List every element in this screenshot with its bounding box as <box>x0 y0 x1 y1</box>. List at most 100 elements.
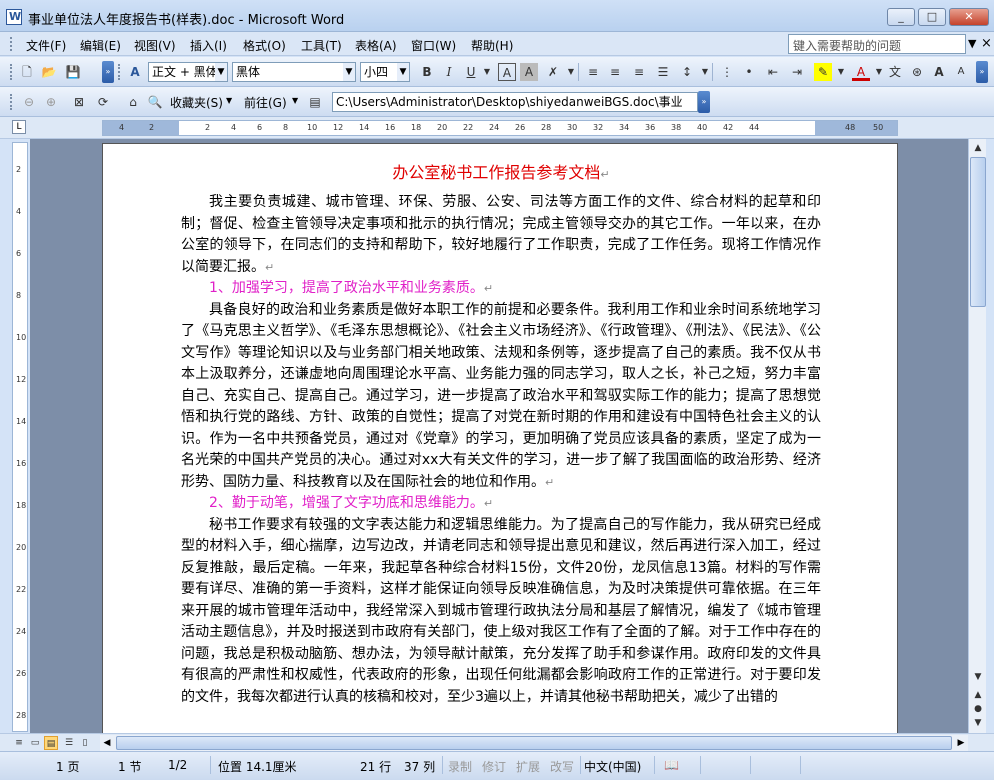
font-color-icon[interactable]: A <box>852 63 870 81</box>
status-section[interactable]: 1 节 <box>118 758 141 775</box>
section-heading[interactable]: 2、勤于动笔，增强了文字功底和思维能力。↵ <box>181 493 821 515</box>
menu-format[interactable]: 格式(O) <box>243 37 286 54</box>
horizontal-scrollbar[interactable]: ◀ ▶ <box>100 735 968 751</box>
line-spacing-icon[interactable]: ↕ <box>678 63 696 81</box>
print-layout-view-icon[interactable]: ▤ <box>44 736 58 750</box>
maximize-button[interactable]: □ <box>918 8 946 26</box>
new-document-icon[interactable]: 🗋 <box>18 63 36 81</box>
back-icon[interactable]: ⊖ <box>20 93 38 111</box>
web-view-icon[interactable]: ▭ <box>28 736 42 750</box>
status-column[interactable]: 37 列 <box>404 758 435 775</box>
status-page-count[interactable]: 1/2 <box>168 758 187 772</box>
decrease-indent-icon[interactable]: ⇤ <box>764 63 782 81</box>
toolbar-options-icon[interactable]: » <box>698 91 710 113</box>
align-center-icon[interactable]: ≡ <box>606 63 624 81</box>
status-page[interactable]: 1 页 <box>56 758 79 775</box>
shrink-font-icon[interactable]: A <box>952 63 970 81</box>
document-page[interactable]: 办公室秘书工作报告参考文档↵ 我主要负责城建、城市管理、环保、劳服、公安、司法等… <box>102 143 898 733</box>
menubar-grip[interactable] <box>10 37 13 51</box>
favorites-menu[interactable]: 收藏夹(S) <box>170 94 223 111</box>
highlight-dropdown-icon[interactable]: ▼ <box>832 63 850 81</box>
stop-icon[interactable]: ⊠ <box>70 93 88 111</box>
goto-menu[interactable]: 前往(G) <box>244 94 287 111</box>
chevron-down-icon[interactable]: ▼ <box>397 63 409 81</box>
character-border-icon[interactable]: A <box>498 63 516 81</box>
bold-icon[interactable]: B <box>418 63 436 81</box>
character-shading-icon[interactable]: A <box>520 63 538 81</box>
toolbar-grip[interactable] <box>10 94 13 110</box>
menu-window[interactable]: 窗口(W) <box>411 37 456 54</box>
toolbar-grip[interactable] <box>118 64 121 80</box>
paragraph[interactable]: 具备良好的政治和业务素质是做好本职工作的前提和必要条件。我利用工作和业余时间系统… <box>181 300 821 494</box>
scroll-up-icon[interactable]: ▲ <box>970 140 986 156</box>
toolbar-grip[interactable] <box>10 64 13 80</box>
status-record[interactable]: 录制 <box>448 758 472 775</box>
align-left-icon[interactable]: ≡ <box>584 63 602 81</box>
close-button[interactable]: ✕ <box>949 8 989 26</box>
chevron-down-icon[interactable]: ▼ <box>343 63 355 81</box>
menu-file[interactable]: 文件(F) <box>26 37 66 54</box>
paragraph[interactable]: 秘书工作要求有较强的文字表达能力和逻辑思维能力。为了提高自己的写作能力，我从研究… <box>181 515 821 709</box>
menu-edit[interactable]: 编辑(E) <box>80 37 121 54</box>
document-close-icon[interactable]: × <box>981 36 992 51</box>
section-heading[interactable]: 1、加强学习，提高了政治水平和业务素质。↵ <box>181 278 821 300</box>
bullets-icon[interactable]: • <box>740 63 758 81</box>
favorites-dropdown-icon[interactable]: ▼ <box>226 96 232 105</box>
status-line[interactable]: 21 行 <box>360 758 391 775</box>
scroll-right-icon[interactable]: ▶ <box>954 735 968 751</box>
normal-view-icon[interactable]: ≡ <box>12 736 26 750</box>
minimize-button[interactable]: _ <box>887 8 915 26</box>
goto-dropdown-icon[interactable]: ▼ <box>292 96 298 105</box>
enclose-characters-icon[interactable]: ⊛ <box>908 63 926 81</box>
search-web-icon[interactable]: 🔍 <box>146 93 164 111</box>
chevron-down-icon[interactable]: ▼ <box>215 63 227 81</box>
status-track-changes[interactable]: 修订 <box>482 758 506 775</box>
document-body[interactable]: 办公室秘书工作报告参考文档↵ 我主要负责城建、城市管理、环保、劳服、公安、司法等… <box>181 162 821 708</box>
numbering-icon[interactable]: ⋮ <box>718 63 736 81</box>
font-size-combo[interactable]: 小四 ▼ <box>360 62 410 82</box>
status-overtype[interactable]: 改写 <box>550 758 574 775</box>
vertical-ruler[interactable]: 2 4 6 8 10 12 14 16 18 20 22 24 26 28 <box>12 142 28 732</box>
help-search-input[interactable]: 键入需要帮助的问题 <box>788 34 966 54</box>
spelling-check-icon[interactable]: 📖 <box>664 758 679 772</box>
outline-view-icon[interactable]: ☰ <box>62 736 76 750</box>
forward-icon[interactable]: ⊕ <box>42 93 60 111</box>
help-dropdown-icon[interactable]: ▼ <box>968 37 976 50</box>
status-extend[interactable]: 扩展 <box>516 758 540 775</box>
phonetic-guide-icon[interactable]: 文 <box>886 63 904 81</box>
scroll-down-icon[interactable]: ▼ <box>970 669 986 685</box>
italic-icon[interactable]: I <box>440 63 458 81</box>
underline-dropdown-icon[interactable]: ▼ <box>478 63 496 81</box>
document-area[interactable]: 办公室秘书工作报告参考文档↵ 我主要负责城建、城市管理、环保、劳服、公安、司法等… <box>30 139 968 733</box>
paragraph[interactable]: 我主要负责城建、城市管理、环保、劳服、公安、司法等方面工作的文件、综合材料的起草… <box>181 192 821 278</box>
menu-table[interactable]: 表格(A) <box>355 37 397 54</box>
reading-view-icon[interactable]: ▯ <box>78 736 92 750</box>
highlight-icon[interactable]: ✎ <box>814 63 832 81</box>
next-page-icon[interactable]: ▼ <box>970 715 986 731</box>
horizontal-ruler[interactable]: 4 2 2 4 6 8 10 12 14 16 18 20 22 24 26 2… <box>102 120 898 136</box>
menu-insert[interactable]: 插入(I) <box>190 37 227 54</box>
status-position[interactable]: 位置 14.1厘米 <box>218 758 297 775</box>
vertical-scrollbar[interactable]: ▲ ▼ ▲ ● ▼ <box>968 139 986 733</box>
menu-help[interactable]: 帮助(H) <box>471 37 513 54</box>
menu-view[interactable]: 视图(V) <box>134 37 176 54</box>
vertical-scroll-thumb[interactable] <box>970 157 986 307</box>
status-language[interactable]: 中文(中国) <box>584 758 641 775</box>
justify-icon[interactable]: ☰ <box>654 63 672 81</box>
font-combo[interactable]: 黑体 ▼ <box>232 62 356 82</box>
styles-pane-icon[interactable]: A <box>126 63 144 81</box>
menu-tools[interactable]: 工具(T) <box>301 37 342 54</box>
word-app-icon[interactable] <box>6 9 22 25</box>
scroll-left-icon[interactable]: ◀ <box>100 735 114 751</box>
toolbar-options-icon[interactable]: » <box>976 61 988 83</box>
home-icon[interactable]: ⌂ <box>124 93 142 111</box>
horizontal-scroll-thumb[interactable] <box>116 736 952 750</box>
character-scale-icon[interactable]: ✗ <box>544 63 562 81</box>
increase-indent-icon[interactable]: ⇥ <box>788 63 806 81</box>
open-folder-icon[interactable]: 📂 <box>40 63 58 81</box>
document-title[interactable]: 办公室秘书工作报告参考文档↵ <box>181 162 821 186</box>
tab-selector-icon[interactable]: L <box>12 120 26 134</box>
align-right-icon[interactable]: ≡ <box>630 63 648 81</box>
toolbar-options-icon[interactable]: » <box>102 61 114 83</box>
refresh-icon[interactable]: ⟳ <box>94 93 112 111</box>
